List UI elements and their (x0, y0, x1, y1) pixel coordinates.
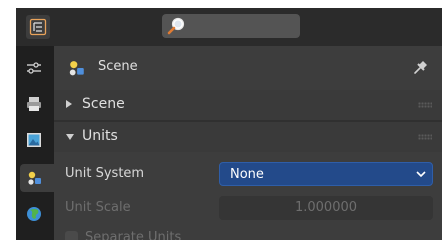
unit-system-label: Unit System (65, 166, 145, 181)
search-input[interactable] (162, 14, 300, 38)
unit-scale-label: Unit Scale (65, 200, 131, 215)
unit-scale-value: 1.000000 (294, 200, 358, 215)
separate-units-label: Separate Units (85, 230, 182, 240)
output-printer-icon (27, 97, 41, 111)
world-globe-icon (27, 207, 41, 221)
tab-world[interactable] (20, 200, 48, 228)
context-breadcrumb: Scene (54, 46, 442, 90)
properties-tab-bar (16, 46, 54, 240)
pin-icon[interactable] (412, 58, 430, 76)
tool-settings-icon (27, 62, 41, 74)
panel-header-units[interactable]: Units (54, 122, 442, 152)
panel-header-scene[interactable]: Scene (54, 90, 442, 120)
expand-arrow-icon (66, 134, 74, 140)
chevron-down-icon (416, 171, 426, 178)
view-layer-image-icon (27, 133, 41, 147)
tab-view-layer[interactable] (20, 126, 48, 154)
properties-main-area: Scene Scene Units Unit System None Unit … (54, 46, 442, 240)
tab-output[interactable] (20, 90, 48, 118)
checkbox-icon (65, 231, 78, 240)
editor-header (16, 8, 442, 46)
drag-handle-icon[interactable] (418, 102, 432, 108)
tab-scene[interactable] (20, 164, 54, 192)
collapse-arrow-icon (66, 100, 72, 108)
tab-tool-settings[interactable] (20, 54, 48, 82)
properties-editor-icon (29, 18, 47, 36)
properties-editor: Scene Scene Units Unit System None Unit … (0, 0, 448, 240)
scene-icon (69, 61, 84, 76)
drag-handle-icon[interactable] (418, 134, 432, 140)
editor-type-button[interactable] (26, 15, 50, 39)
unit-scale-field[interactable]: 1.000000 (219, 196, 433, 220)
unit-system-value: None (230, 167, 264, 182)
search-icon (167, 17, 185, 35)
units-panel-body: Unit System None Unit Scale 1.000000 Sep… (54, 152, 442, 240)
panel-title-units: Units (82, 128, 118, 144)
unit-system-dropdown[interactable]: None (219, 162, 433, 186)
context-label: Scene (98, 59, 138, 74)
panel-title-scene: Scene (82, 96, 125, 112)
scene-icon (28, 171, 41, 185)
